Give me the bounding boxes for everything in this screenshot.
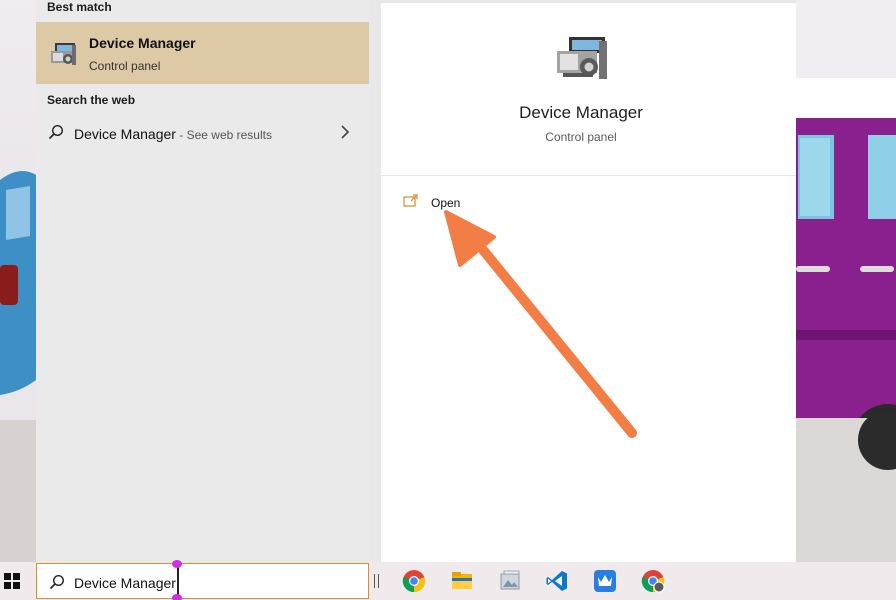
open-action-label: Open (431, 196, 461, 210)
web-result-query: Device Manager (74, 126, 176, 142)
open-icon (403, 194, 418, 207)
open-action[interactable]: Open (399, 193, 559, 215)
purple-van-image (796, 0, 896, 562)
taskbar-separator (374, 574, 379, 588)
device-manager-icon (51, 43, 76, 65)
taskbar: Device Manager (0, 562, 896, 600)
web-result-suffix: - See web results (175, 128, 272, 142)
search-icon (49, 574, 65, 590)
start-search-panel: Best match Device Manager Control panel … (36, 0, 796, 562)
cursor-handle-top[interactable] (172, 560, 182, 568)
preview-pane: Device Manager Control panel Open (381, 3, 796, 562)
preview-divider (381, 175, 796, 176)
web-search-heading: Search the web (47, 93, 136, 107)
desktop-wallpaper-right (796, 0, 896, 562)
windows-start-icon[interactable] (4, 573, 20, 589)
text-cursor-line (177, 564, 179, 598)
best-match-heading: Best match (47, 0, 112, 14)
chevron-right-icon[interactable] (339, 124, 351, 140)
preview-title: Device Manager (519, 103, 643, 122)
kingsoft-icon[interactable] (593, 569, 617, 593)
best-match-subtitle: Control panel (89, 59, 161, 73)
vscode-icon[interactable] (545, 569, 569, 593)
best-match-title: Device Manager (89, 35, 196, 51)
photos-icon[interactable] (498, 569, 522, 593)
web-result-text: Device Manager - See web results (74, 126, 272, 142)
preview-subtitle: Control panel (545, 130, 617, 144)
search-input-value: Device Manager (74, 575, 176, 591)
taskbar-search-input[interactable]: Device Manager (36, 563, 369, 599)
web-search-result[interactable]: Device Manager - See web results (36, 118, 369, 150)
results-list: Best match Device Manager Control panel … (36, 0, 369, 562)
file-explorer-icon[interactable] (450, 569, 474, 593)
text-cursor (172, 560, 182, 600)
search-icon (48, 124, 64, 140)
chrome-alt-icon[interactable] (641, 569, 665, 593)
desktop-wallpaper-left (0, 0, 36, 562)
blue-car-image (0, 171, 36, 562)
device-manager-icon (557, 37, 607, 79)
best-match-result[interactable]: Device Manager Control panel (36, 22, 369, 84)
chrome-icon[interactable] (402, 569, 426, 593)
cursor-handle-bottom[interactable] (172, 594, 182, 600)
